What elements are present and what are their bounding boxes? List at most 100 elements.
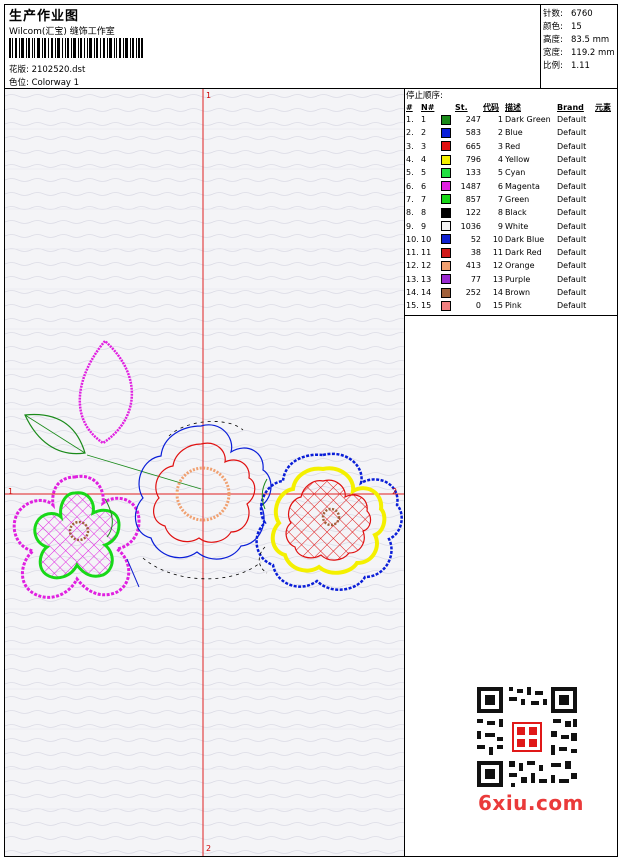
- color-row[interactable]: 8. 8 122 8 Black Default: [405, 206, 612, 219]
- row-needle: 15: [421, 301, 432, 311]
- embroidery-preview: [5, 89, 404, 856]
- row-number: 6.: [406, 181, 414, 191]
- row-description: Pink: [505, 301, 522, 311]
- row-number: 3.: [406, 141, 414, 151]
- stat-width: 宽度: 119.2 mm: [543, 48, 615, 58]
- row-stitches: 796: [465, 155, 481, 165]
- color-row[interactable]: 4. 4 796 4 Yellow Default: [405, 153, 612, 166]
- color-row[interactable]: 11. 11 38 11 Dark Red Default: [405, 246, 612, 259]
- design-preview-canvas[interactable]: 1 1 2 2: [5, 89, 405, 856]
- row-stitches: 1487: [460, 181, 481, 191]
- color-swatch: [441, 114, 451, 125]
- design-file: 花版: 2102520.dst: [9, 65, 86, 75]
- row-description: Orange: [505, 261, 535, 271]
- header-info: 生产作业图 Wilcom(汇宝) 缝饰工作室 花版: 2102520.dst 色…: [5, 5, 541, 89]
- stat-scale: 比例: 1.11: [543, 61, 590, 71]
- row-stitches: 38: [470, 248, 481, 258]
- color-row[interactable]: 14. 14 252 14 Brown Default: [405, 286, 612, 299]
- color-row[interactable]: 2. 2 583 2 Blue Default: [405, 126, 612, 139]
- qr-code: [471, 681, 583, 793]
- row-code: 3: [497, 141, 503, 151]
- row-number: 5.: [406, 168, 414, 178]
- row-brand: Default: [557, 181, 587, 191]
- row-brand: Default: [557, 128, 587, 138]
- row-needle: 14: [421, 288, 432, 297]
- row-number: 10.: [406, 234, 419, 244]
- row-stitches: 52: [470, 234, 481, 244]
- row-description: Blue: [505, 128, 523, 138]
- col-header-element: 元素: [595, 102, 611, 112]
- row-description: Black: [505, 208, 527, 218]
- color-table-header: # N# St. 代码 描述 Brand 元素: [405, 101, 612, 113]
- color-row[interactable]: 3. 3 665 3 Red Default: [405, 140, 612, 153]
- row-number: 2.: [406, 128, 414, 138]
- stat-height: 高度: 83.5 mm: [543, 35, 610, 45]
- row-code: 14: [492, 288, 503, 297]
- row-brand: Default: [557, 288, 587, 297]
- color-row[interactable]: 5. 5 133 5 Cyan Default: [405, 166, 612, 179]
- stop-sequence-panel: 停止顺序: # N# St. 代码 描述 Brand 元素 1. 1 247 1 Dar…: [405, 89, 617, 316]
- color-swatch: [441, 234, 451, 245]
- design-stats: 针数: 6760 颜色: 15 高度: 83.5 mm 宽度: 119.2 mm 比例:…: [541, 5, 617, 89]
- row-stitches: 133: [465, 168, 481, 178]
- col-header-description: 描述: [505, 102, 521, 112]
- page-title: 生产作业图: [9, 9, 80, 24]
- row-needle: 6: [421, 181, 427, 191]
- row-needle: 1: [421, 115, 427, 125]
- color-row[interactable]: 7. 7 857 7 Green Default: [405, 193, 612, 206]
- row-number: 12.: [406, 261, 419, 271]
- row-code: 5: [497, 168, 503, 178]
- row-number: 4.: [406, 155, 414, 165]
- color-swatch: [441, 127, 451, 138]
- qr-code-image: [471, 681, 583, 793]
- row-brand: Default: [557, 234, 587, 244]
- row-code: 15: [492, 301, 503, 311]
- row-needle: 9: [421, 221, 427, 231]
- row-brand: Default: [557, 274, 587, 284]
- row-needle: 12: [421, 261, 432, 271]
- color-row[interactable]: 6. 6 1487 6 Magenta Default: [405, 179, 612, 192]
- row-description: Brown: [505, 288, 531, 297]
- row-code: 9: [497, 221, 503, 231]
- watermark-6xiu: 6xiu.com: [478, 791, 584, 815]
- row-number: 15.: [406, 301, 419, 311]
- row-brand: Default: [557, 115, 587, 125]
- color-row[interactable]: 13. 13 77 13 Purple Default: [405, 273, 612, 286]
- row-description: Red: [505, 141, 521, 151]
- color-swatch: [441, 260, 451, 271]
- color-row[interactable]: 1. 1 247 1 Dark Green Default: [405, 113, 612, 126]
- color-row[interactable]: 15. 15 0 15 Pink Default: [405, 299, 612, 312]
- company-name: Wilcom(汇宝) 缝饰工作室: [9, 27, 115, 37]
- col-header-number: #: [406, 102, 413, 112]
- production-worksheet: 生产作业图 Wilcom(汇宝) 缝饰工作室 花版: 2102520.dst 色…: [4, 4, 618, 857]
- row-number: 14.: [406, 288, 419, 297]
- row-code: 11: [492, 248, 503, 258]
- color-swatch: [441, 274, 451, 285]
- colorway: 色位: Colorway 1: [9, 78, 80, 88]
- row-brand: Default: [557, 155, 587, 165]
- color-swatch: [441, 181, 451, 192]
- row-code: 4: [497, 155, 503, 165]
- row-brand: Default: [557, 221, 587, 231]
- row-description: White: [505, 221, 529, 231]
- row-brand: Default: [557, 248, 587, 258]
- row-description: Magenta: [505, 181, 540, 191]
- row-stitches: 77: [470, 274, 481, 284]
- axis-label-left: 1: [8, 487, 14, 496]
- color-row[interactable]: 10. 10 52 10 Dark Blue Default: [405, 233, 612, 246]
- row-stitches: 1036: [460, 221, 481, 231]
- color-swatch: [441, 154, 451, 165]
- row-stitches: 857: [465, 194, 481, 204]
- color-row[interactable]: 9. 9 1036 9 White Default: [405, 219, 612, 232]
- axis-label-bottom: 2: [206, 844, 212, 853]
- row-number: 8.: [406, 208, 414, 218]
- axis-label-top: 1: [206, 91, 212, 100]
- row-needle: 4: [421, 155, 427, 165]
- row-code: 2: [497, 128, 503, 138]
- row-code: 10: [492, 234, 503, 244]
- color-swatch: [441, 194, 451, 205]
- color-row[interactable]: 12. 12 413 12 Orange Default: [405, 259, 612, 272]
- row-description: Yellow: [505, 155, 530, 165]
- row-number: 13.: [406, 274, 419, 284]
- row-brand: Default: [557, 301, 587, 311]
